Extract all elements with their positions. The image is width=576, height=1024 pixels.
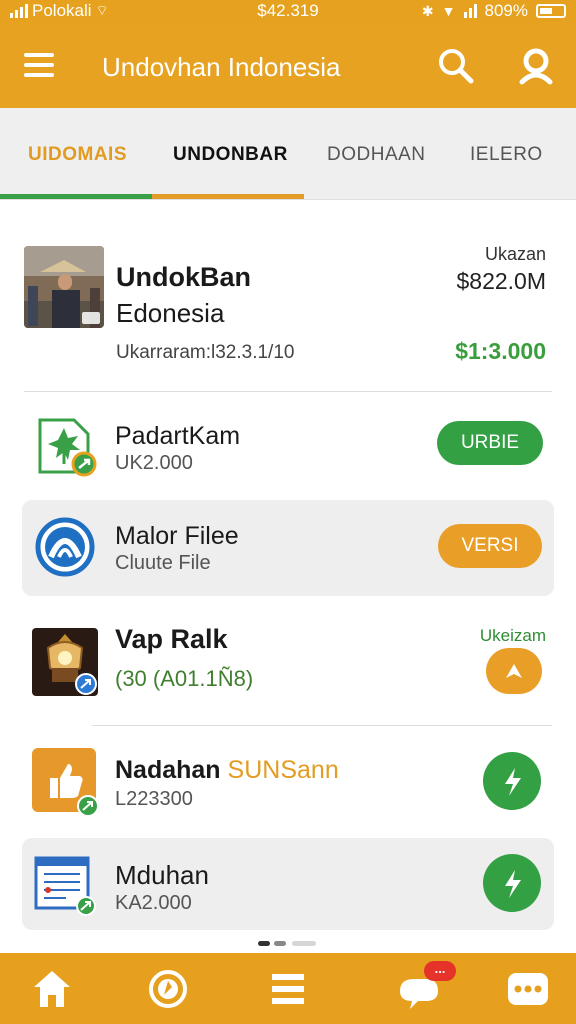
leaf-document-icon[interactable] bbox=[34, 414, 98, 478]
tab-undonbar[interactable]: UNDONBAR bbox=[173, 144, 288, 166]
hero-right-label: Ukazan bbox=[484, 244, 546, 264]
app-title: Undovhan Indonesia bbox=[102, 52, 341, 82]
home-icon[interactable] bbox=[30, 967, 74, 1011]
hero-thumbnail[interactable] bbox=[24, 246, 104, 328]
status-right: ✱ ▼ 809% bbox=[422, 1, 566, 21]
list-item-card[interactable] bbox=[22, 838, 554, 930]
hero-subtitle: Edonesia bbox=[116, 298, 225, 328]
item-title-accent: SUNSann bbox=[227, 756, 339, 784]
search-icon[interactable] bbox=[436, 46, 476, 86]
list-item-title: Malor Filee bbox=[115, 522, 239, 550]
tab-bar: UIDOMAIS UNDONBAR DODHAAN IELERO bbox=[0, 108, 576, 200]
list-item-title: Nadahan SUNSann bbox=[115, 756, 339, 785]
list-icon[interactable] bbox=[266, 967, 310, 1011]
pager-dot-active bbox=[258, 941, 270, 946]
tab-ielero[interactable]: IELERO bbox=[470, 144, 543, 166]
item-title-main: Nadahan bbox=[115, 756, 221, 784]
divider bbox=[24, 391, 552, 392]
lantern-icon[interactable] bbox=[32, 628, 98, 696]
item-action-round-button[interactable] bbox=[483, 752, 541, 810]
app-bar: Undovhan Indonesia bbox=[0, 22, 576, 108]
hero-title: UndokBan bbox=[116, 262, 251, 292]
tab-uidomais[interactable]: UIDOMAIS bbox=[28, 144, 127, 166]
list-item-subtitle: (30 (A01.1Ñ8) bbox=[115, 666, 254, 691]
list-item-title: Mduhan bbox=[115, 860, 209, 890]
hero-price: $822.0M bbox=[456, 268, 546, 294]
tab-indicator-active bbox=[152, 194, 304, 199]
bluetooth-icon: ✱ bbox=[421, 2, 434, 19]
status-bar: Polokali ⌔ $42.319 ✱ ▼ 809% bbox=[0, 0, 576, 22]
spreadsheet-icon[interactable] bbox=[34, 854, 96, 916]
cell-signal-icon bbox=[463, 4, 477, 18]
badge-text: ... bbox=[434, 961, 446, 976]
item-action-button[interactable]: URBIE bbox=[437, 421, 543, 465]
list-item-subtitle: Cluute File bbox=[115, 552, 211, 574]
wifi-strength-icon: ▼ bbox=[441, 3, 456, 19]
list-item-subtitle: KA2.000 bbox=[115, 892, 192, 914]
hamburger-menu-icon[interactable] bbox=[24, 53, 54, 77]
list-item-subtitle: L223300 bbox=[115, 788, 193, 810]
list-item-subtitle: UK2.000 bbox=[115, 452, 193, 474]
tab-dodhaan[interactable]: DODHAAN bbox=[327, 144, 426, 166]
bottom-nav: ... bbox=[0, 953, 576, 1024]
pager-dot bbox=[292, 941, 316, 946]
notification-badge: ... bbox=[424, 961, 456, 981]
item-action-round-button[interactable] bbox=[483, 854, 541, 912]
list-item-title: Vap Ralk bbox=[115, 624, 228, 654]
item-action-round-button[interactable] bbox=[486, 648, 542, 694]
hero-change: $1:3.000 bbox=[455, 338, 546, 364]
thumbs-up-icon[interactable] bbox=[32, 748, 99, 817]
pager-dot bbox=[274, 941, 286, 946]
hero-meta: Ukarraram:l32.3.1/10 bbox=[116, 342, 295, 363]
more-icon[interactable] bbox=[506, 967, 550, 1011]
compass-icon[interactable] bbox=[146, 967, 190, 1011]
arch-logo-icon[interactable] bbox=[35, 517, 99, 581]
profile-icon[interactable] bbox=[516, 46, 556, 86]
battery-icon bbox=[536, 4, 566, 18]
item-action-button[interactable]: VERSI bbox=[438, 524, 542, 568]
list-item-title: PadartKam bbox=[115, 422, 241, 450]
battery-percent: 809% bbox=[484, 1, 528, 20]
item-tag: Ukeizam bbox=[479, 626, 546, 645]
tab-indicator-green bbox=[0, 194, 152, 199]
divider bbox=[92, 725, 552, 726]
